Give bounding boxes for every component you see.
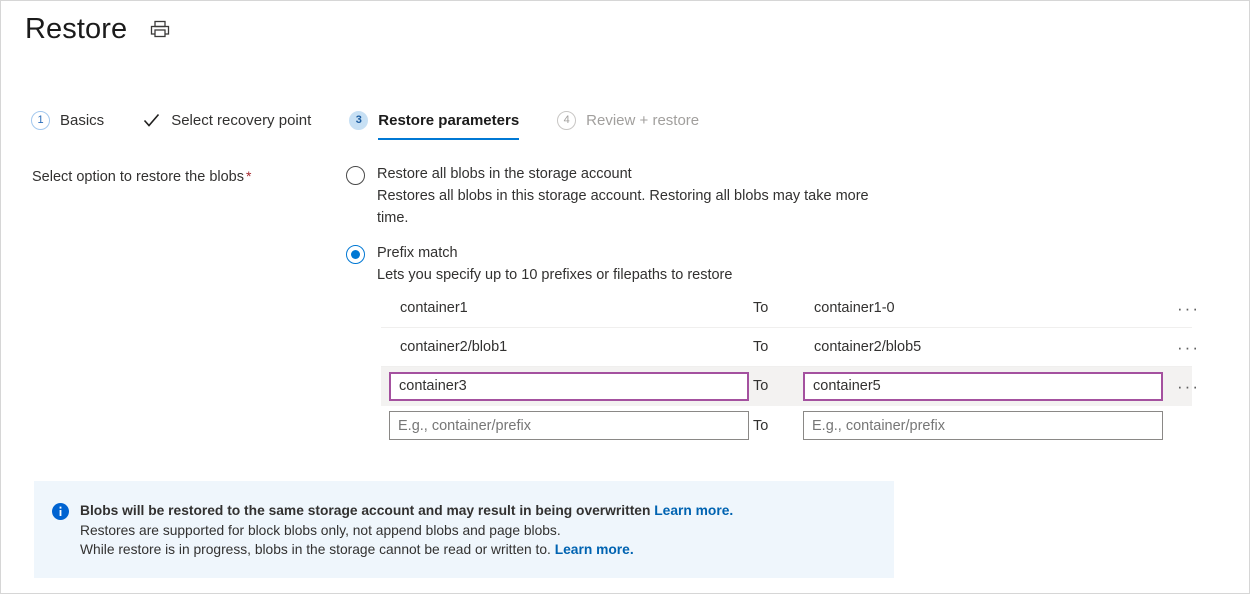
radio-option-prefix-match[interactable]: Prefix match Lets you specify up to 10 p…	[346, 243, 906, 286]
prefix-target-text: container1-0	[803, 300, 895, 316]
wizard-step-label: Basics	[60, 112, 104, 129]
wizard-step-basics[interactable]: 1 Basics	[31, 111, 116, 140]
restore-option-label-text: Select option to restore the blobs	[32, 169, 244, 185]
info-line-3-text: While restore is in progress, blobs in t…	[80, 542, 555, 557]
info-banner: Blobs will be restored to the same stora…	[34, 481, 894, 578]
info-line-1-text: Blobs will be restored to the same stora…	[80, 503, 654, 518]
prefix-source-input[interactable]	[389, 372, 749, 401]
checkmark-icon	[142, 111, 161, 130]
radio-option-title: Restore all blobs in the storage account	[377, 164, 887, 185]
prefix-source-input-empty[interactable]	[389, 411, 749, 440]
info-icon	[52, 503, 69, 520]
prefix-source-cell	[389, 372, 751, 401]
row-context-menu-button[interactable]: ···	[1169, 374, 1208, 399]
prefix-target-cell: container2/blob5	[803, 339, 1165, 355]
wizard-step-select-recovery-point[interactable]: Select recovery point	[142, 111, 323, 140]
info-line-2: Restores are supported for block blobs o…	[80, 521, 733, 541]
to-label: To	[751, 418, 803, 434]
active-step-underline	[378, 138, 519, 140]
prefix-target-cell: container1-0	[803, 300, 1165, 316]
required-asterisk: *	[246, 168, 251, 184]
prefix-source-cell: container2/blob1	[389, 339, 751, 355]
prefix-source-text: container1	[389, 300, 468, 316]
table-row[interactable]: container1 To container1-0 ···	[381, 289, 1192, 328]
prefix-target-text: container2/blob5	[803, 339, 921, 355]
radio-option-description: Restores all blobs in this storage accou…	[377, 185, 887, 229]
prefix-target-input-empty[interactable]	[803, 411, 1163, 440]
radio-option-description: Lets you specify up to 10 prefixes or fi…	[377, 264, 732, 286]
radio-restore-all-blobs[interactable]	[346, 166, 365, 185]
wizard-step-label: Restore parameters	[378, 112, 519, 129]
prefix-target-cell	[803, 411, 1165, 440]
blade-header: Restore	[25, 9, 171, 49]
step-marker-4: 4	[557, 111, 576, 130]
restore-blade: Restore 1 Basics Select recovery point 3…	[0, 0, 1250, 594]
wizard-step-review-restore[interactable]: 4 Review + restore	[557, 111, 711, 140]
radio-option-restore-all-blobs[interactable]: Restore all blobs in the storage account…	[346, 164, 906, 229]
prefix-target-cell	[803, 372, 1165, 401]
prefix-source-text: container2/blob1	[389, 339, 507, 355]
to-label: To	[751, 300, 803, 316]
restore-option-label: Select option to restore the blobs*	[32, 168, 251, 185]
wizard-steps: 1 Basics Select recovery point 3 Restore…	[31, 111, 711, 151]
learn-more-link-2[interactable]: Learn more.	[555, 542, 634, 557]
table-row[interactable]: To ···	[381, 367, 1192, 406]
info-line-1: Blobs will be restored to the same stora…	[80, 501, 733, 521]
row-context-menu-button[interactable]: ···	[1169, 296, 1208, 321]
radio-prefix-match[interactable]	[346, 245, 365, 264]
info-line-3: While restore is in progress, blobs in t…	[80, 540, 733, 560]
print-icon[interactable]	[149, 18, 171, 40]
row-context-menu-button[interactable]: ···	[1169, 335, 1208, 360]
prefix-source-cell: container1	[389, 300, 751, 316]
step-marker-1: 1	[31, 111, 50, 130]
to-label: To	[751, 339, 803, 355]
learn-more-link-1[interactable]: Learn more.	[654, 503, 733, 518]
wizard-step-label: Select recovery point	[171, 112, 311, 129]
wizard-step-label: Review + restore	[586, 112, 699, 129]
to-label: To	[751, 378, 803, 394]
page-title: Restore	[25, 9, 127, 49]
step-marker-3: 3	[349, 111, 368, 130]
restore-option-radio-group: Restore all blobs in the storage account…	[346, 164, 906, 286]
table-row[interactable]: To	[381, 406, 1192, 445]
wizard-step-restore-parameters[interactable]: 3 Restore parameters	[349, 111, 531, 140]
table-row[interactable]: container2/blob1 To container2/blob5 ···	[381, 328, 1192, 367]
prefix-source-cell	[389, 411, 751, 440]
prefix-match-table: container1 To container1-0 ··· container…	[381, 289, 1192, 445]
prefix-target-input[interactable]	[803, 372, 1163, 401]
radio-option-title: Prefix match	[377, 243, 732, 264]
